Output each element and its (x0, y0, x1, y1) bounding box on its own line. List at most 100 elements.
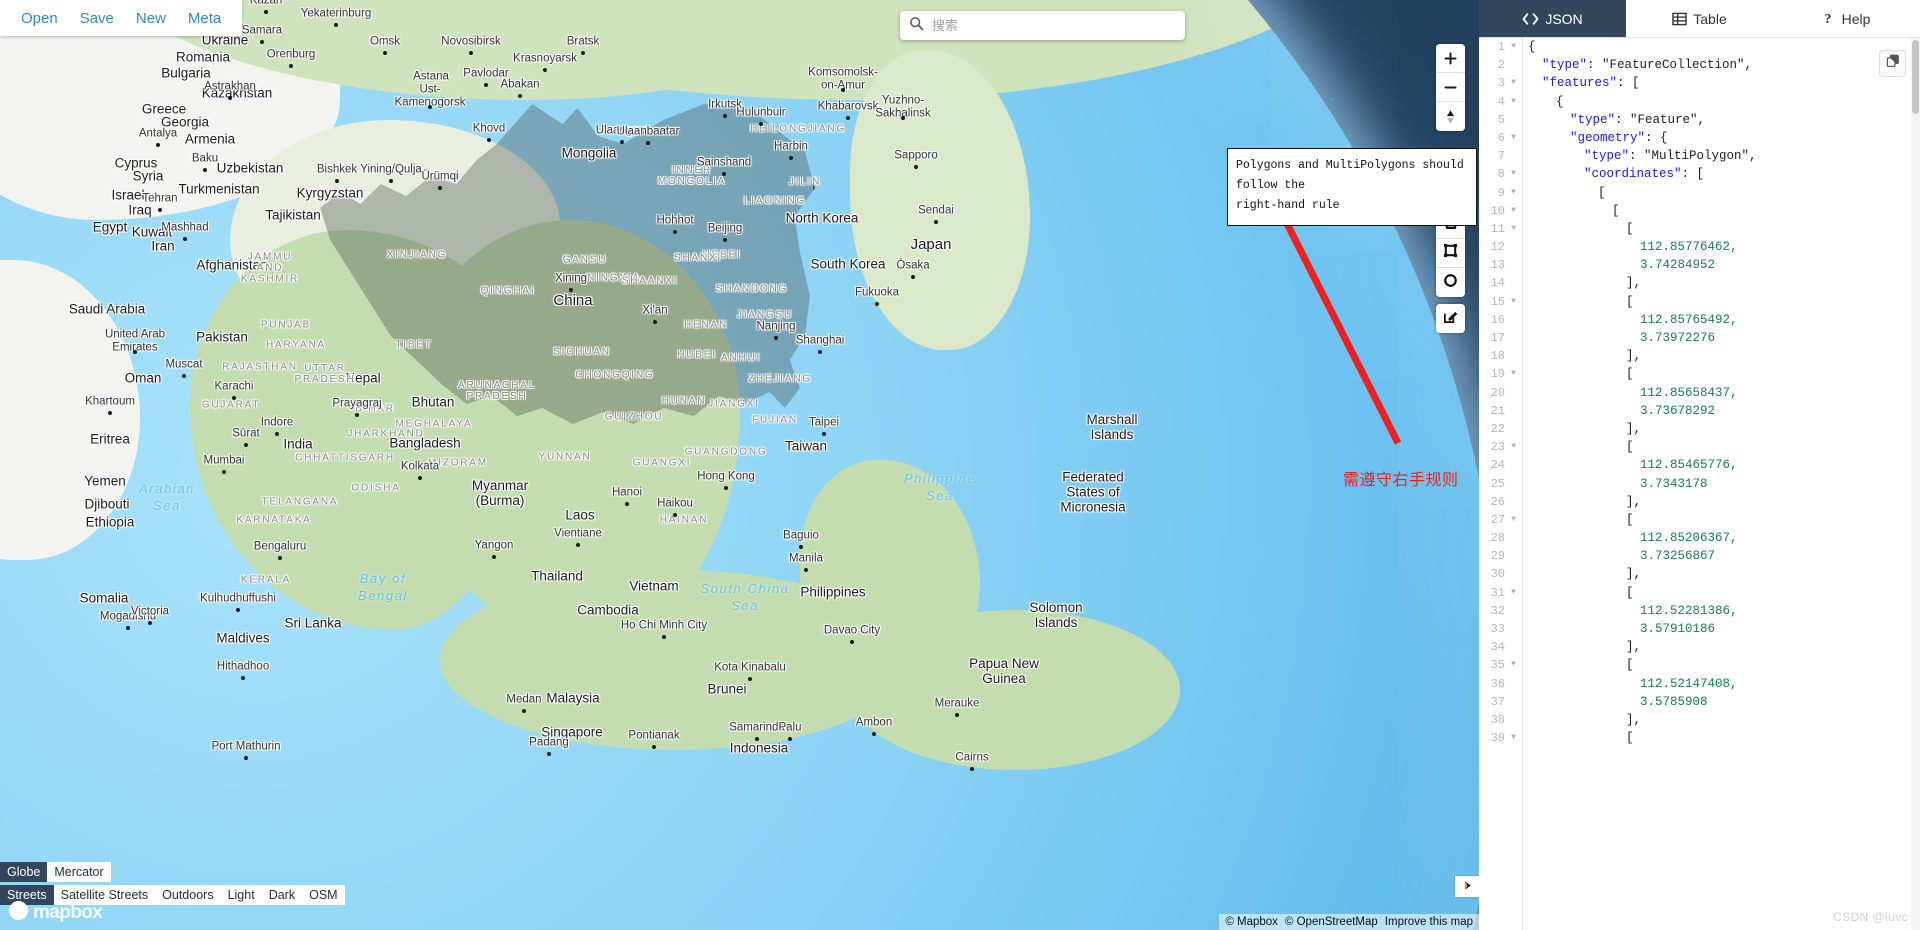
code-line[interactable]: 39 ▼ [ (1479, 729, 1920, 747)
code-line[interactable]: 22], (1479, 420, 1920, 438)
fold-toggle-icon[interactable]: ▼ (1507, 656, 1520, 674)
code-line[interactable]: 11 ▼ [ (1479, 220, 1920, 238)
code-line[interactable]: 14], (1479, 274, 1920, 292)
code-line[interactable]: 25 3.7343178 (1479, 475, 1920, 493)
code-line[interactable]: 37 3.5785908 (1479, 693, 1920, 711)
projection-switcher[interactable]: Globe Mercator (0, 862, 111, 882)
code-line[interactable]: 13 3.74284952 (1479, 256, 1920, 274)
collapse-panel-button[interactable] (1455, 876, 1479, 897)
code-line[interactable]: 17 3.73972276 (1479, 329, 1920, 347)
code-text: "coordinates": [ (1584, 167, 1705, 182)
code-line[interactable]: 18], (1479, 347, 1920, 365)
code-line[interactable]: 24 112.85465776, (1479, 456, 1920, 474)
code-line[interactable]: 8 ▼ "coordinates": [ (1479, 165, 1920, 183)
code-line[interactable]: 1 ▼ { (1479, 38, 1920, 56)
draw-rectangle-button[interactable] (1436, 239, 1465, 268)
fold-toggle-icon[interactable]: ▼ (1507, 293, 1520, 311)
code-line[interactable]: 12 112.85776462, (1479, 238, 1920, 256)
fold-toggle-icon[interactable]: ▼ (1507, 584, 1520, 602)
edit-properties-button[interactable] (1436, 304, 1465, 333)
code-line[interactable]: 32 112.52281386, (1479, 602, 1920, 620)
code-line[interactable]: 9 ▼ [ (1479, 184, 1920, 202)
code-line[interactable]: 6 ▼ "geometry": { (1479, 129, 1920, 147)
map-edit-controls[interactable] (1436, 304, 1465, 333)
mapbox-logo[interactable]: mapbox (8, 900, 103, 926)
projection-mercator[interactable]: Mercator (47, 862, 110, 882)
fold-toggle-icon[interactable]: ▼ (1507, 220, 1520, 238)
globe[interactable] (0, 0, 1479, 930)
code-line[interactable]: 7 "type": "MultiPolygon", (1479, 147, 1920, 165)
code-line[interactable]: 26], (1479, 493, 1920, 511)
menu-item-meta[interactable]: Meta (177, 5, 232, 32)
fold-toggle-icon[interactable]: ▼ (1507, 184, 1520, 202)
fold-toggle-icon[interactable]: ▼ (1507, 438, 1520, 456)
tab-help[interactable]: ? Help (1773, 0, 1920, 37)
map-pane[interactable]: PolandUkraineSlovakiaRomaniaBulgariaGree… (0, 0, 1479, 930)
draw-circle-button[interactable] (1436, 268, 1465, 297)
fold-toggle-icon[interactable]: ▼ (1507, 729, 1520, 747)
json-code-editor[interactable]: 1 ▼{2 "type": "FeatureCollection", 3 ▼ "featu… (1479, 38, 1920, 930)
menu-item-save[interactable]: Save (69, 5, 125, 32)
projection-globe[interactable]: Globe (0, 862, 48, 882)
code-line[interactable]: 16 112.85765492, (1479, 311, 1920, 329)
fold-toggle-icon[interactable]: ▼ (1507, 202, 1520, 220)
fold-toggle-icon[interactable]: ▼ (1507, 165, 1520, 183)
menu-item-open[interactable]: Open (10, 5, 69, 32)
attribution-mapbox[interactable]: © Mapbox (1225, 916, 1278, 928)
code-line[interactable]: 15 ▼ [ (1479, 293, 1920, 311)
code-line[interactable]: 4 ▼ { (1479, 93, 1920, 111)
map-navigation-controls[interactable] (1436, 44, 1465, 131)
file-menu[interactable]: Open Save New Meta (0, 0, 243, 36)
code-line[interactable]: 19 ▼ [ (1479, 365, 1920, 383)
editor-scrollbar-thumb[interactable] (1912, 40, 1919, 114)
style-dark[interactable]: Dark (262, 885, 302, 905)
code-line[interactable]: 20 112.85658437, (1479, 384, 1920, 402)
search-input[interactable] (932, 18, 1176, 33)
code-line[interactable]: 23 ▼ [ (1479, 438, 1920, 456)
code-lines[interactable]: 1 ▼{2 "type": "FeatureCollection", 3 ▼ "featu… (1479, 38, 1920, 747)
fold-toggle-icon[interactable]: ▼ (1507, 365, 1520, 383)
code-line[interactable]: 33 3.57910186 (1479, 620, 1920, 638)
fold-toggle-icon[interactable]: ▼ (1507, 511, 1520, 529)
tab-table[interactable]: Table (1626, 0, 1773, 37)
code-line[interactable]: 35 ▼ [ (1479, 656, 1920, 674)
style-osm[interactable]: OSM (302, 885, 344, 905)
code-line[interactable]: 36 112.52147408, (1479, 675, 1920, 693)
code-line[interactable]: 21 3.73678292 (1479, 402, 1920, 420)
code-line[interactable]: 3 ▼ "features": [ (1479, 74, 1920, 92)
code-line[interactable]: 29 3.73256867 (1479, 547, 1920, 565)
fold-toggle-icon[interactable]: ▼ (1507, 74, 1520, 92)
code-line[interactable]: 27 ▼ [ (1479, 511, 1920, 529)
fold-toggle-icon[interactable]: ▼ (1507, 38, 1520, 56)
code-line[interactable]: 5 "type": "Feature", (1479, 111, 1920, 129)
compass-icon[interactable] (1436, 102, 1465, 131)
fold-toggle-icon[interactable]: ▼ (1507, 93, 1520, 111)
fold-toggle-icon[interactable]: ▼ (1507, 129, 1520, 147)
search-box[interactable] (900, 11, 1185, 40)
code-line[interactable]: 10 ▼ [ (1479, 202, 1920, 220)
style-outdoors[interactable]: Outdoors (155, 885, 220, 905)
attribution-improve[interactable]: Improve this map (1385, 916, 1473, 928)
code-line[interactable]: 2 "type": "FeatureCollection", (1479, 56, 1920, 74)
copy-button[interactable] (1879, 50, 1906, 77)
style-light[interactable]: Light (221, 885, 262, 905)
editor-scrollbar[interactable] (1911, 38, 1920, 930)
attribution-osm[interactable]: © OpenStreetMap (1285, 916, 1378, 928)
editor-tabs[interactable]: JSON Table ? Help (1479, 0, 1920, 38)
menu-item-new[interactable]: New (125, 5, 177, 32)
zoom-in-button[interactable] (1436, 44, 1465, 73)
line-number: 8 (1497, 167, 1505, 182)
code-text: [ (1626, 440, 1634, 455)
code-line[interactable]: 28 112.85206367, (1479, 529, 1920, 547)
code-line[interactable]: 30], (1479, 565, 1920, 583)
code-line[interactable]: 31 ▼ [ (1479, 584, 1920, 602)
code-line[interactable]: 38], (1479, 711, 1920, 729)
zoom-out-button[interactable] (1436, 73, 1465, 102)
tab-json[interactable]: JSON (1479, 0, 1626, 37)
code-line[interactable]: 34], (1479, 638, 1920, 656)
